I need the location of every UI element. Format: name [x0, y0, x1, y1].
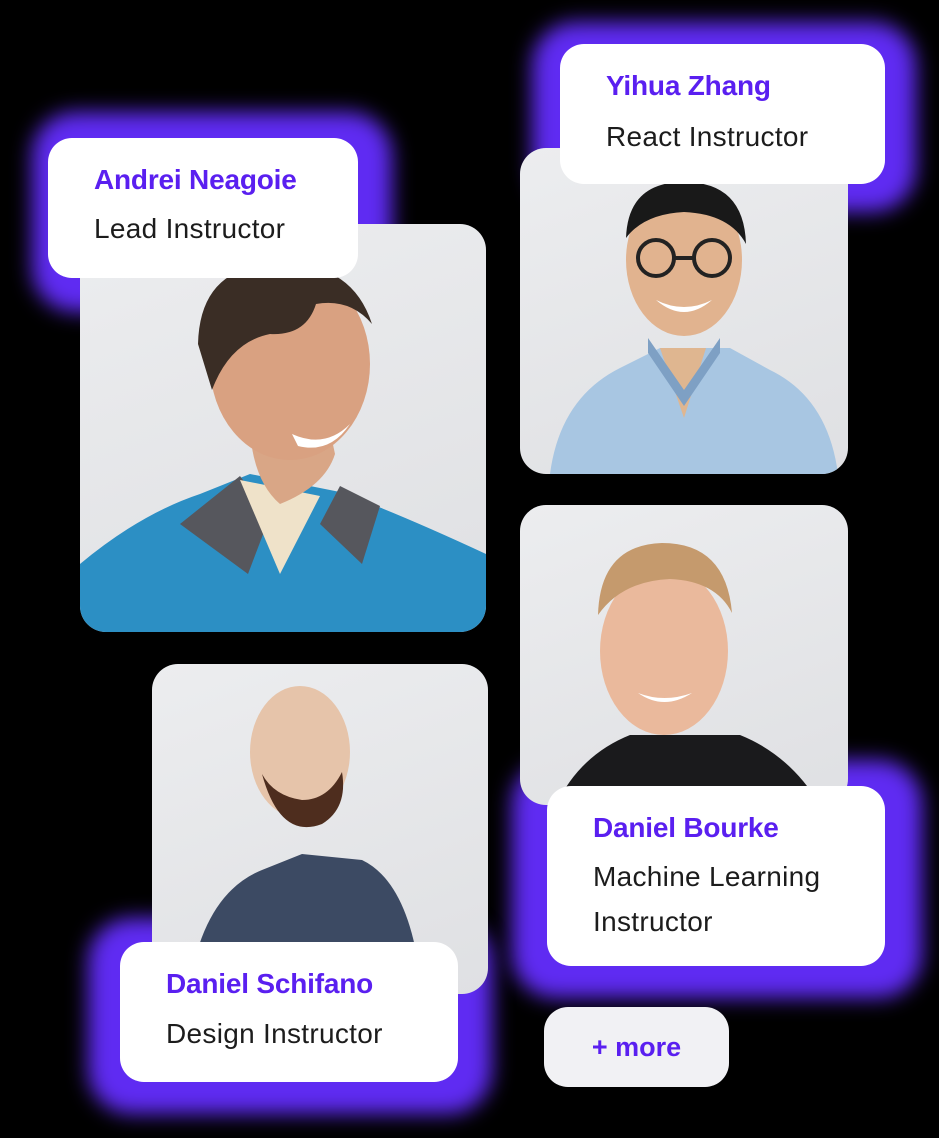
andrei-neagoie-photo — [80, 224, 486, 632]
andrei-portrait-illustration — [80, 263, 486, 632]
instructor-role: Machine Learning Instructor — [593, 861, 821, 937]
instructor-role: Lead Instructor — [94, 213, 286, 244]
instructor-card-andrei: Andrei Neagoie Lead Instructor — [48, 138, 358, 278]
instructor-card-daniel-bourke: Daniel Bourke Machine Learning Instructo… — [547, 786, 885, 966]
instructor-name: Daniel Schifano — [166, 968, 374, 999]
instructor-name: Daniel Bourke — [593, 812, 779, 843]
daniel-bourke-photo — [520, 505, 848, 805]
yihua-zhang-photo — [520, 148, 848, 474]
instructor-card-yihua: Yihua Zhang React Instructor — [560, 44, 885, 184]
instructor-card-daniel-schifano: Daniel Schifano Design Instructor — [120, 942, 458, 1082]
yihua-portrait-illustration — [550, 182, 838, 474]
instructor-role: Design Instructor — [166, 1018, 383, 1049]
instructor-name: Andrei Neagoie — [94, 164, 297, 195]
instructor-role: React Instructor — [606, 121, 809, 152]
more-instructors-button[interactable]: + more — [544, 1007, 729, 1087]
instructor-name: Yihua Zhang — [606, 70, 771, 101]
daniel-bourke-portrait-illustration — [556, 543, 820, 805]
